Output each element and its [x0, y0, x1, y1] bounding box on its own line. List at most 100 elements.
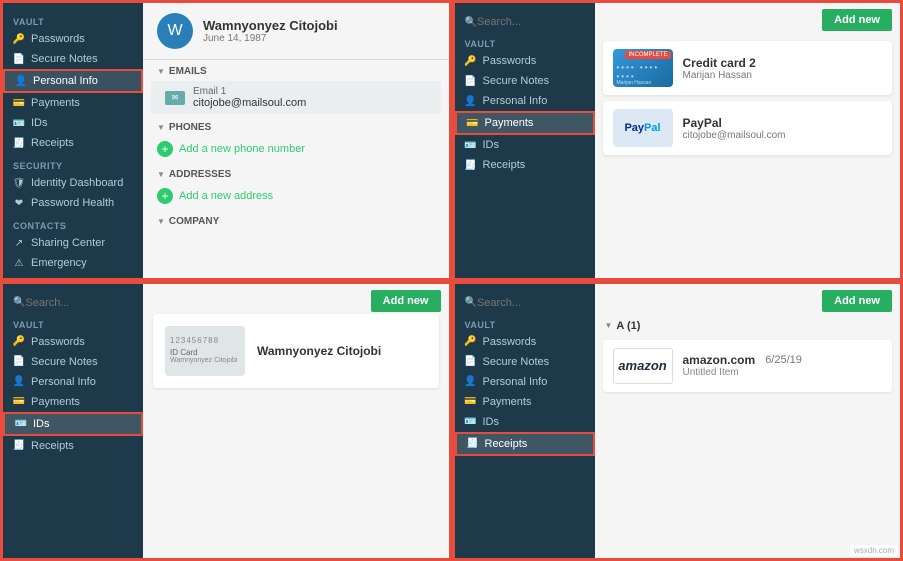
sidebar-item-secure-notes-q2[interactable]: 📄 Secure Notes [455, 71, 595, 91]
sidebar-item-receipts-q2[interactable]: 🧾 Receipts [455, 155, 595, 175]
id-icon: 🪪 [465, 416, 477, 428]
search-input-q3[interactable] [25, 297, 143, 309]
quadrant-ids: 🔍 VAULT 🔑 Passwords 📄 Secure Notes 👤 Per… [0, 281, 452, 561]
vault-title: VAULT [3, 15, 143, 29]
sidebar-item-ids-q2[interactable]: 🪪 IDs [455, 135, 595, 155]
credit-card-item[interactable]: INCOMPLETE •••• •••• •••• Marijan Hassan… [603, 41, 893, 95]
vault-section-q3: VAULT 🔑 Passwords 📄 Secure Notes 👤 Perso… [3, 314, 143, 458]
add-new-button-q3[interactable]: Add new [371, 290, 441, 312]
email-row: ✉ Email 1 citojobe@mailsoul.com [151, 81, 441, 114]
search-input-q4[interactable] [477, 297, 595, 309]
add-new-button-q2[interactable]: Add new [822, 9, 892, 31]
id-icon: 🪪 [13, 117, 25, 129]
paypal-info: PayPal citojobe@mailsoul.com [683, 116, 786, 141]
watermark: wsxdn.com [850, 545, 898, 556]
sidebar-label: Receipts [31, 137, 74, 149]
add-new-button-q4[interactable]: Add new [822, 290, 892, 312]
sidebar-q1: VAULT 🔑 Passwords 📄 Secure Notes 👤 Perso… [3, 3, 143, 278]
receipt-amazon[interactable]: amazon amazon.com 6/25/19 Untitled Item [603, 340, 893, 392]
person-icon: 👤 [465, 95, 477, 107]
sidebar-item-payments-q2[interactable]: 💳 Payments [455, 111, 595, 135]
sidebar-item-password-health[interactable]: ❤ Password Health [3, 193, 143, 213]
sidebar-q2: 🔍 VAULT 🔑 Passwords 📄 Secure Notes 👤 Per… [455, 3, 595, 278]
search-bar-q2: 🔍 [455, 11, 595, 33]
sidebar-label: Secure Notes [483, 356, 550, 368]
card-holder-visual: Marijan Hassan [617, 80, 652, 86]
receipt-icon: 🧾 [467, 438, 479, 450]
sidebar-item-personal-info-q2[interactable]: 👤 Personal Info [455, 91, 595, 111]
card-dots: •••• •••• •••• [617, 63, 673, 81]
sidebar-label: Password Health [31, 197, 114, 209]
paypal-email: citojobe@mailsoul.com [683, 130, 786, 141]
sidebar-item-secure-notes-q3[interactable]: 📄 Secure Notes [3, 352, 143, 372]
sidebar-item-receipts[interactable]: 🧾 Receipts [3, 133, 143, 153]
sidebar-item-ids-q4[interactable]: 🪪 IDs [455, 412, 595, 432]
sidebar-item-ids[interactable]: 🪪 IDs [3, 113, 143, 133]
sidebar-item-passwords-q4[interactable]: 🔑 Passwords [455, 332, 595, 352]
paypal-visual: PayPal [613, 109, 673, 147]
sidebar-item-payments-q3[interactable]: 💳 Payments [3, 392, 143, 412]
email-label: Email 1 [193, 86, 306, 97]
sidebar-item-personal-info-q4[interactable]: 👤 Personal Info [455, 372, 595, 392]
sidebar-item-payments-q4[interactable]: 💳 Payments [455, 392, 595, 412]
amazon-logo-box: amazon [613, 348, 673, 384]
add-address-row[interactable]: + Add a new address [143, 182, 449, 210]
card-icon: 💳 [467, 117, 479, 129]
add-phone-row[interactable]: + Add a new phone number [143, 135, 449, 163]
sidebar-item-receipts-q3[interactable]: 🧾 Receipts [3, 436, 143, 456]
warning-icon: ⚠ [13, 257, 25, 269]
sidebar-item-receipts-q4[interactable]: 🧾 Receipts [455, 432, 595, 456]
sidebar-item-emergency[interactable]: ⚠ Emergency [3, 253, 143, 273]
ids-content: Add new 123456788 ID Card Wamnyonyez Cit… [143, 284, 449, 559]
card-icon: 💳 [13, 396, 25, 408]
paypal-item[interactable]: PayPal PayPal citojobe@mailsoul.com [603, 101, 893, 155]
note-icon: 📄 [13, 53, 25, 65]
credit-card-holder: Marijan Hassan [683, 70, 756, 81]
sidebar-item-identity[interactable]: 🛡 Identity Dashboard [3, 173, 143, 193]
sidebar-item-sharing[interactable]: ↗ Sharing Center [3, 233, 143, 253]
id-card-container[interactable]: 123456788 ID Card Wamnyonyez Citojobi Wa… [153, 314, 439, 388]
sidebar-item-passwords-q3[interactable]: 🔑 Passwords [3, 332, 143, 352]
sidebar-q4: 🔍 VAULT 🔑 Passwords 📄 Secure Notes 👤 Per… [455, 284, 595, 559]
id-card-type: ID Card [170, 348, 237, 357]
sidebar-item-personal-info[interactable]: 👤 Personal Info [3, 69, 143, 93]
sidebar-label: Personal Info [483, 376, 548, 388]
sidebar-item-ids-q3[interactable]: 🪪 IDs [3, 412, 143, 436]
search-bar-q4: 🔍 [455, 292, 595, 314]
add-address-icon: + [157, 188, 173, 204]
email-value: citojobe@mailsoul.com [193, 97, 306, 109]
sidebar-label: Secure Notes [483, 75, 550, 87]
vault-section: VAULT 🔑 Passwords 📄 Secure Notes 👤 Perso… [3, 11, 143, 155]
paypal-name: PayPal [683, 116, 786, 130]
sidebar-item-passwords-q2[interactable]: 🔑 Passwords [455, 51, 595, 71]
incomplete-badge: INCOMPLETE [625, 51, 670, 59]
vault-title-q2: VAULT [455, 37, 595, 51]
card-icon: 💳 [13, 97, 25, 109]
profile-date: June 14, 1987 [203, 33, 338, 44]
contacts-title: CONTACTS [3, 219, 143, 233]
sidebar-item-personal-info-q3[interactable]: 👤 Personal Info [3, 372, 143, 392]
receipt-domain: amazon.com [683, 353, 756, 367]
sidebar-label: Emergency [31, 257, 87, 269]
note-icon: 📄 [465, 75, 477, 87]
share-icon: ↗ [13, 237, 25, 249]
receipt-icon: 🧾 [13, 440, 25, 452]
note-icon: 📄 [13, 356, 25, 368]
id-card-holder-name: Wamnyonyez Citojobi [257, 344, 381, 358]
sidebar-item-payments[interactable]: 💳 Payments [3, 93, 143, 113]
receipt-icon: 🧾 [465, 159, 477, 171]
credit-card-visual: INCOMPLETE •••• •••• •••• Marijan Hassan [613, 49, 673, 87]
sidebar-item-secure-notes-q4[interactable]: 📄 Secure Notes [455, 352, 595, 372]
credit-card-name: Credit card 2 [683, 56, 756, 70]
sidebar-label: Payments [483, 396, 532, 408]
key-icon: 🔑 [13, 336, 25, 348]
sidebar-item-passwords[interactable]: 🔑 Passwords [3, 29, 143, 49]
sidebar-item-secure-notes[interactable]: 📄 Secure Notes [3, 49, 143, 69]
person-icon: 👤 [13, 376, 25, 388]
avatar: W [157, 13, 193, 49]
sidebar-label: Receipts [31, 440, 74, 452]
sidebar-label: Personal Info [31, 376, 96, 388]
sidebar-label: Receipts [483, 159, 526, 171]
search-input-q2[interactable] [477, 16, 595, 28]
sidebar-label: IDs [31, 117, 48, 129]
